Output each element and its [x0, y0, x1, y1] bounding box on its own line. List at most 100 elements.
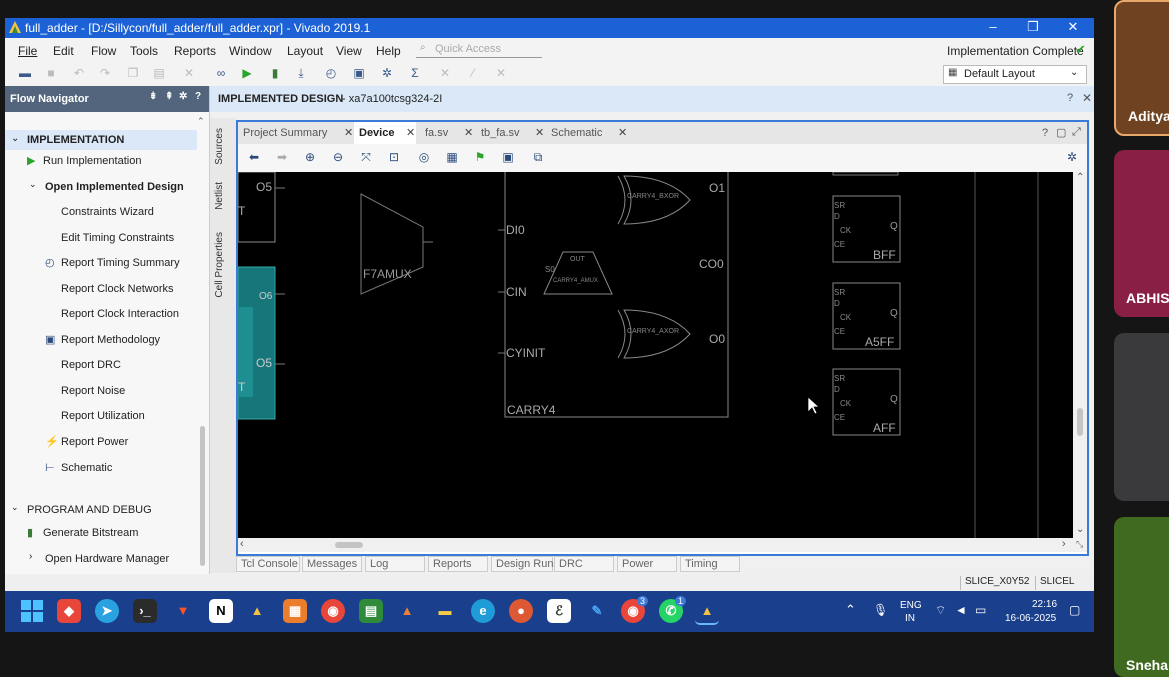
binoculars-icon[interactable]: ∞ [213, 66, 229, 80]
vivado-running-icon[interactable]: ▲ [695, 599, 719, 625]
tool-icon[interactable]: ⁄ [465, 66, 481, 80]
close-tab-icon[interactable]: ✕ [618, 126, 627, 139]
tab-netlist[interactable]: Netlist [214, 182, 225, 210]
report-drc[interactable]: Report DRC [61, 359, 121, 371]
restore-panel-icon[interactable]: ▢ [1056, 126, 1066, 139]
back-icon[interactable]: ⬅ [246, 150, 262, 164]
office-icon[interactable]: ▦ [283, 599, 307, 623]
notion-icon[interactable]: N [209, 599, 233, 623]
report-methodology[interactable]: Report Methodology [61, 334, 160, 346]
close-icon[interactable]: ✕ [1082, 91, 1092, 105]
timer-icon[interactable]: ◴ [323, 66, 339, 80]
editor-icon[interactable]: ℰ [547, 599, 571, 623]
help-icon[interactable]: ? [195, 91, 201, 102]
save-icon[interactable]: ■ [43, 66, 59, 80]
open-hardware-manager[interactable]: Open Hardware Manager [45, 553, 169, 565]
close-tab-icon[interactable]: ✕ [406, 126, 415, 139]
microphone-icon[interactable]: 🎙 [873, 603, 888, 617]
select-icon[interactable]: ▣ [500, 150, 516, 164]
resize-corner-icon[interactable]: ⤡ [1076, 539, 1083, 550]
scroll-up-icon[interactable]: ⌃ [1076, 172, 1084, 183]
terminal-icon[interactable]: ›_ [133, 599, 157, 623]
layout-select[interactable]: ▦ Default Layout ⌄ [943, 65, 1087, 84]
close-tab-icon[interactable]: ✕ [535, 126, 544, 139]
menu-help[interactable]: Help [376, 44, 401, 58]
undo-icon[interactable]: ↶ [71, 66, 87, 80]
generate-bitstream[interactable]: Generate Bitstream [43, 527, 138, 539]
language-top[interactable]: ENG [900, 600, 922, 611]
delete-icon[interactable]: ✕ [181, 66, 197, 80]
edit-timing-constraints[interactable]: Edit Timing Constraints [61, 232, 174, 244]
tab-design-runs[interactable]: Design Runs [491, 556, 559, 572]
tab-log[interactable]: Log [365, 556, 425, 572]
anydesk-icon[interactable]: ◆ [57, 599, 81, 623]
run-implementation[interactable]: Run Implementation [43, 155, 141, 167]
tab-timing[interactable]: Timing [680, 556, 740, 572]
scroll-up-icon[interactable]: ⌃ [197, 116, 205, 127]
tab-fa-sv[interactable]: fa.sv [425, 127, 448, 139]
tab-messages[interactable]: Messages [302, 556, 362, 572]
open-implemented-design[interactable]: Open Implemented Design [45, 181, 184, 193]
report-clock-networks[interactable]: Report Clock Networks [61, 283, 173, 295]
sheet-icon[interactable]: ▤ [359, 599, 383, 623]
tab-reports[interactable]: Reports [428, 556, 488, 572]
device-canvas[interactable]: O5 O6 O5 T T F7AMUX DI0 CIN CYINIT CARRY… [238, 172, 1087, 538]
close-tab-icon[interactable]: ✕ [344, 126, 353, 139]
report-noise[interactable]: Report Noise [61, 385, 125, 397]
close-tab-icon[interactable]: ✕ [464, 126, 473, 139]
help-icon[interactable]: ? [1067, 92, 1073, 104]
report-utilization[interactable]: Report Utilization [61, 410, 145, 422]
wifi-icon[interactable]: ⌔ [935, 603, 946, 618]
vscroll-thumb[interactable] [1077, 408, 1083, 436]
matlab-icon[interactable]: ▲ [395, 599, 419, 623]
minimize-icon[interactable]: – [983, 19, 1003, 34]
copy-icon[interactable]: ❐ [125, 66, 141, 80]
schematic-item[interactable]: Schematic [61, 462, 112, 474]
redo-icon[interactable]: ↷ [97, 66, 113, 80]
notifications-icon[interactable]: ▢ [1069, 603, 1080, 617]
battery-icon[interactable]: ▭ [975, 603, 986, 617]
scroll-left-icon[interactable]: ‹ [240, 538, 244, 550]
brave-icon[interactable]: ▼ [171, 599, 195, 623]
close-icon[interactable]: ✕ [1063, 19, 1083, 35]
download-icon[interactable]: ⤓ [293, 66, 309, 81]
tab-tb-fa-sv[interactable]: tb_fa.sv [481, 127, 520, 139]
telegram-icon[interactable]: ➤ [95, 599, 119, 623]
start-icon[interactable] [21, 600, 43, 622]
chevron-up-icon[interactable]: ⌃ [845, 602, 856, 618]
run-icon[interactable]: ▶ [239, 66, 255, 80]
constraints-wizard[interactable]: Constraints Wizard [61, 206, 154, 218]
report-power[interactable]: Report Power [61, 436, 128, 448]
route-icon[interactable]: ⚑ [472, 150, 488, 164]
tab-power[interactable]: Power [617, 556, 677, 572]
zoom-fit-icon[interactable]: ⤧ [358, 150, 374, 165]
expand-all-icon[interactable]: ⇞ [165, 91, 173, 102]
volume-icon[interactable]: ◄ [955, 603, 967, 617]
auto-fit-icon[interactable]: ◎ [416, 150, 432, 164]
menu-reports[interactable]: Reports [174, 44, 216, 58]
menu-window[interactable]: Window [229, 44, 272, 58]
canvas-hscrollbar[interactable]: ‹ › ⤡ [238, 538, 1087, 552]
file-explorer-icon[interactable]: ▬ [433, 599, 457, 623]
menu-edit[interactable]: Edit [53, 44, 74, 58]
paste-icon[interactable]: ▤ [151, 66, 167, 80]
section-implementation[interactable]: ⌄ IMPLEMENTATION [5, 130, 197, 150]
highlight-icon[interactable]: ⧉ [530, 150, 546, 165]
tab-cell-properties[interactable]: Cell Properties [214, 232, 225, 298]
scroll-down-icon[interactable]: ⌄ [1076, 524, 1084, 535]
menu-tools[interactable]: Tools [130, 44, 158, 58]
maximize-icon[interactable]: ✕ [437, 66, 453, 80]
edge-icon[interactable]: e [471, 599, 495, 623]
sigma-icon[interactable]: Σ [407, 66, 423, 80]
report-timing-summary[interactable]: Report Timing Summary [61, 257, 180, 269]
clock-date[interactable]: 16-06-2025 [1005, 613, 1056, 624]
restore-icon[interactable]: ❐ [1023, 19, 1043, 35]
tab-project-summary[interactable]: Project Summary [243, 127, 327, 139]
tab-drc[interactable]: DRC [554, 556, 614, 572]
zoom-area-icon[interactable]: ⊡ [386, 150, 402, 164]
cancel-icon[interactable]: ✕ [493, 66, 509, 80]
settings-icon[interactable]: ✲ [379, 66, 395, 80]
report-icon[interactable]: ▣ [351, 66, 367, 80]
vivado-app-icon[interactable]: ▲ [245, 599, 269, 623]
collapse-all-icon[interactable]: ⇟ [149, 91, 157, 102]
